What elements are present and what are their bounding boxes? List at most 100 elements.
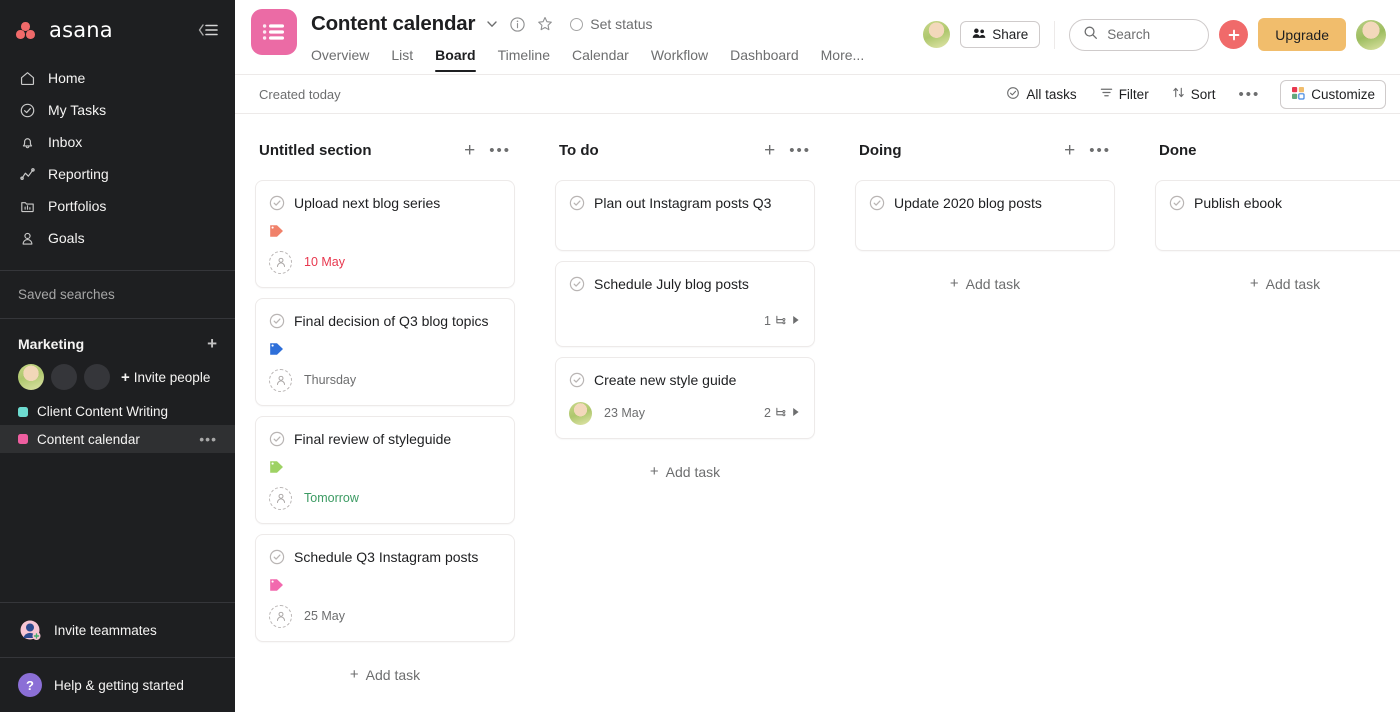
column-cards: Update 2020 blog posts + Add task: [845, 166, 1125, 292]
ellipsis-icon[interactable]: •••: [789, 142, 811, 159]
tab-more[interactable]: More...: [821, 43, 865, 72]
task-card[interactable]: Publish ebook: [1155, 180, 1400, 251]
complete-task-icon[interactable]: [269, 549, 285, 565]
add-task-icon[interactable]: +: [764, 141, 775, 160]
add-project-icon[interactable]: +: [207, 335, 217, 352]
star-icon[interactable]: [536, 15, 554, 33]
complete-task-icon[interactable]: [569, 195, 585, 211]
info-circle-icon[interactable]: [509, 16, 526, 33]
search-input[interactable]: [1107, 27, 1196, 42]
help-getting-started-button[interactable]: ? Help & getting started: [0, 657, 235, 712]
sort-button[interactable]: Sort: [1163, 81, 1225, 107]
tab-dashboard[interactable]: Dashboard: [730, 43, 799, 72]
ellipsis-icon[interactable]: •••: [1089, 142, 1111, 159]
sidebar-item-goals[interactable]: Goals: [8, 222, 227, 254]
subtask-indicator[interactable]: 1: [764, 314, 800, 329]
task-tag[interactable]: [269, 578, 500, 592]
asana-logo[interactable]: asana: [16, 18, 113, 42]
invite-teammates-button[interactable]: Invite teammates: [0, 602, 235, 657]
share-button[interactable]: Share: [960, 21, 1041, 48]
task-card[interactable]: Upload next blog series 10 May: [255, 180, 515, 288]
task-due-date[interactable]: 23 May: [604, 406, 645, 420]
complete-task-icon[interactable]: [569, 276, 585, 292]
board-column-untitled-section: Untitled section + ••• Upload next blog …: [235, 132, 535, 712]
member-avatar[interactable]: [923, 21, 951, 48]
upgrade-button[interactable]: Upgrade: [1258, 18, 1346, 51]
sidebar-project-content-calendar[interactable]: Content calendar •••: [0, 425, 235, 453]
complete-task-icon[interactable]: [569, 372, 585, 388]
add-task-button[interactable]: + Add task: [255, 652, 515, 683]
avatar[interactable]: [84, 364, 110, 390]
add-task-button[interactable]: + Add task: [555, 449, 815, 480]
ellipsis-icon[interactable]: •••: [199, 431, 217, 447]
filter-button[interactable]: Filter: [1091, 81, 1158, 107]
invite-teammates-label: Invite teammates: [54, 622, 157, 638]
complete-task-icon[interactable]: [269, 431, 285, 447]
tab-timeline[interactable]: Timeline: [498, 43, 550, 72]
task-due-date[interactable]: Thursday: [304, 373, 356, 387]
task-title: Final decision of Q3 blog topics: [294, 313, 489, 329]
task-due-date[interactable]: Tomorrow: [304, 491, 359, 505]
task-card[interactable]: Final review of styleguide Tomorrow: [255, 416, 515, 524]
task-tag[interactable]: [269, 224, 500, 238]
assignee-placeholder-icon[interactable]: [269, 604, 292, 628]
triangle-right-icon[interactable]: [792, 314, 800, 328]
complete-task-icon[interactable]: [869, 195, 885, 211]
task-card[interactable]: Create new style guide 23 May 2: [555, 357, 815, 439]
task-card[interactable]: Schedule Q3 Instagram posts 25 May: [255, 534, 515, 642]
sidebar-project-client-content-writing[interactable]: Client Content Writing: [0, 398, 235, 425]
assignee-avatar[interactable]: [569, 401, 592, 425]
add-task-icon[interactable]: +: [1064, 141, 1075, 160]
search-box[interactable]: [1069, 18, 1210, 51]
team-name[interactable]: Marketing: [18, 336, 84, 352]
sidebar-nav: Home My Tasks Inbox Reporting Portfolios…: [0, 62, 235, 254]
assignee-placeholder-icon[interactable]: [269, 486, 292, 510]
assignee-placeholder-icon[interactable]: [269, 368, 292, 392]
collapse-sidebar-icon[interactable]: [197, 22, 219, 38]
account-avatar[interactable]: [1356, 19, 1386, 50]
tab-board[interactable]: Board: [435, 43, 477, 72]
complete-task-icon[interactable]: [269, 313, 285, 329]
complete-task-icon[interactable]: [1169, 195, 1185, 211]
task-card[interactable]: Final decision of Q3 blog topics Thursda…: [255, 298, 515, 406]
task-card[interactable]: Plan out Instagram posts Q3: [555, 180, 815, 251]
sidebar-item-portfolios[interactable]: Portfolios: [8, 190, 227, 222]
sidebar-item-home[interactable]: Home: [8, 62, 227, 94]
task-tag[interactable]: [269, 342, 500, 356]
tab-list[interactable]: List: [391, 43, 413, 72]
task-tag[interactable]: [269, 460, 500, 474]
add-task-button[interactable]: + Add task: [855, 261, 1115, 292]
invite-people-button[interactable]: + Invite people: [121, 369, 210, 386]
tab-overview[interactable]: Overview: [311, 43, 369, 72]
customize-button[interactable]: Customize: [1280, 79, 1386, 109]
task-card[interactable]: Update 2020 blog posts: [855, 180, 1115, 251]
task-due-date[interactable]: 25 May: [304, 609, 345, 623]
all-tasks-button[interactable]: All tasks: [997, 81, 1085, 108]
set-status-button[interactable]: Set status: [570, 16, 653, 32]
add-button[interactable]: [1219, 20, 1249, 49]
list-board-icon: [251, 9, 297, 55]
avatar[interactable]: [51, 364, 77, 390]
customize-grid-icon: [1291, 86, 1305, 103]
subtask-indicator[interactable]: 2: [764, 406, 800, 421]
add-task-icon[interactable]: +: [464, 141, 475, 160]
complete-task-icon[interactable]: [269, 195, 285, 211]
triangle-right-icon[interactable]: [792, 406, 800, 420]
chevron-down-icon[interactable]: [485, 17, 499, 31]
sidebar-item-inbox[interactable]: Inbox: [8, 126, 227, 158]
tab-workflow[interactable]: Workflow: [651, 43, 708, 72]
task-footer: 23 May 2: [569, 401, 800, 425]
task-card[interactable]: Schedule July blog posts 1: [555, 261, 815, 347]
avatar[interactable]: [18, 364, 44, 390]
sidebar-item-label: Inbox: [48, 134, 83, 150]
assignee-placeholder-icon[interactable]: [269, 250, 292, 274]
sidebar-item-reporting[interactable]: Reporting: [8, 158, 227, 190]
tab-calendar[interactable]: Calendar: [572, 43, 629, 72]
add-task-button[interactable]: + Add task: [1155, 261, 1400, 292]
task-due-date[interactable]: 10 May: [304, 255, 345, 269]
sidebar-item-my-tasks[interactable]: My Tasks: [8, 94, 227, 126]
ellipsis-icon[interactable]: •••: [489, 142, 511, 159]
saved-searches-label[interactable]: Saved searches: [0, 281, 235, 308]
project-title-block: Content calendar Set status Overview Lis…: [311, 9, 864, 72]
more-options-button[interactable]: •••: [1229, 81, 1269, 108]
